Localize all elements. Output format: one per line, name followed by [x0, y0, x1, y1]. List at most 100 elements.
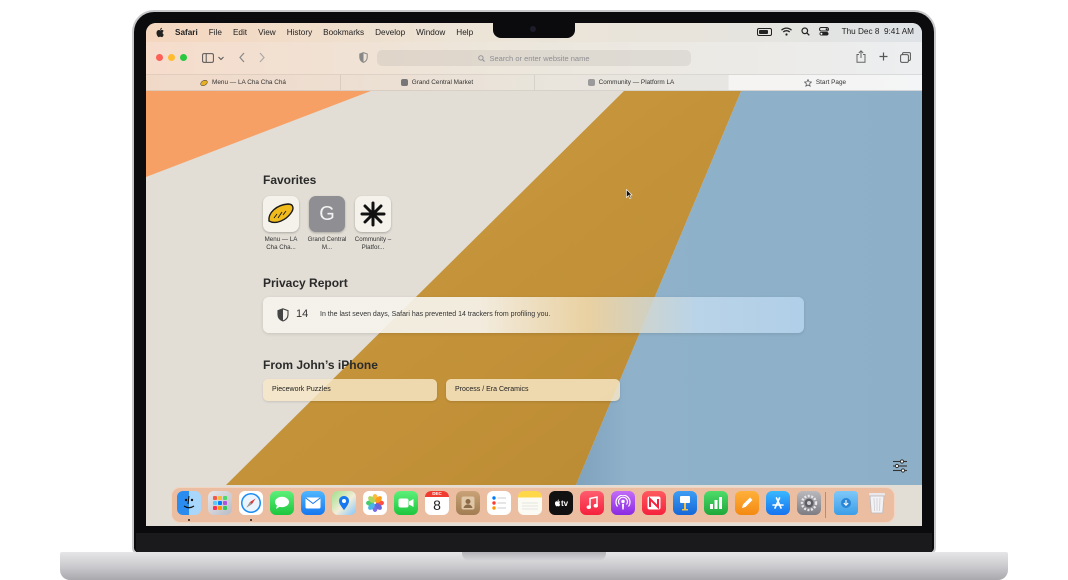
privacy-shield-icon[interactable] — [359, 52, 368, 63]
zoom-window-button[interactable] — [180, 54, 187, 61]
numbers-icon[interactable] — [704, 491, 728, 515]
calendar-day: 8 — [433, 497, 441, 513]
tab-community-platform-la[interactable]: Community — Platform LA — [534, 75, 729, 90]
running-indicator — [188, 519, 190, 521]
spotlight-search-icon[interactable] — [801, 27, 810, 36]
menu-help[interactable]: Help — [456, 28, 473, 37]
menu-app-name[interactable]: Safari — [175, 28, 198, 37]
keynote-icon[interactable] — [673, 491, 697, 515]
search-icon — [478, 54, 486, 62]
menu-items: Safari File Edit View History Bookmarks … — [175, 28, 473, 37]
share-icon[interactable] — [856, 50, 866, 63]
screen: Safari File Edit View History Bookmarks … — [146, 23, 922, 526]
grand-central-favicon-icon — [400, 79, 408, 86]
menu-history[interactable]: History — [287, 28, 312, 37]
menu-clock[interactable]: Thu Dec 8 9:41 AM — [842, 27, 914, 36]
tab-label: Community — Platform LA — [598, 79, 675, 86]
downloads-icon[interactable] — [834, 491, 858, 515]
wifi-icon[interactable] — [780, 27, 792, 36]
browser-toolbar: Search or enter website name — [146, 42, 922, 74]
menu-develop[interactable]: Develop — [375, 28, 405, 37]
app-store-icon[interactable] — [766, 491, 790, 515]
running-indicator — [250, 519, 252, 521]
menu-edit[interactable]: Edit — [233, 28, 247, 37]
download-arrow-icon — [841, 498, 851, 508]
safari-icon[interactable] — [239, 491, 263, 515]
control-center-icon[interactable] — [818, 27, 829, 36]
platform-favicon-icon — [587, 79, 595, 86]
favorite-label: Grand Central M... — [307, 236, 347, 251]
close-window-button[interactable] — [156, 54, 163, 61]
finder-face-icon — [183, 495, 195, 509]
apple-logo-icon[interactable] — [155, 27, 165, 38]
favorite-grand-central-market[interactable]: G — [309, 196, 345, 232]
mouse-cursor-icon — [626, 189, 633, 199]
gear-icon — [800, 494, 818, 512]
finder-icon[interactable] — [177, 491, 201, 515]
dock-separator — [825, 492, 826, 518]
from-iphone-title: From John’s iPhone — [263, 358, 378, 372]
customize-start-page-icon[interactable] — [892, 459, 908, 473]
chevron-down-icon[interactable] — [218, 56, 224, 61]
favorites-title: Favorites — [263, 173, 317, 187]
launchpad-icon[interactable] — [208, 491, 232, 515]
podcasts-icon[interactable] — [611, 491, 635, 515]
tab-menu-la-cha-cha-cha[interactable]: Menu — LA Cha Cha Chá — [146, 75, 341, 90]
camera-icon — [530, 26, 536, 32]
video-camera-icon — [398, 498, 414, 508]
menu-window[interactable]: Window — [416, 28, 445, 37]
sidebar-toggle-icon[interactable] — [202, 53, 214, 63]
start-page: Favorites G Menu — LA Cha Cha... Grand C… — [146, 89, 922, 485]
facetime-icon[interactable] — [394, 491, 418, 515]
favorite-label: Community – Platfor... — [354, 236, 392, 251]
status-menus: Thu Dec 8 9:41 AM — [756, 27, 914, 36]
music-icon[interactable] — [580, 491, 604, 515]
tv-label: tv — [560, 498, 569, 508]
tab-start-page[interactable]: Start Page — [728, 75, 922, 90]
privacy-report-card[interactable]: 14 In the last seven days, Safari has pr… — [263, 297, 804, 333]
forward-arrow-icon[interactable] — [259, 52, 265, 63]
privacy-message: In the last seven days, Safari has preve… — [320, 311, 551, 318]
tab-bar: Menu — LA Cha Cha Chá Grand Central Mark… — [146, 74, 922, 91]
system-settings-icon[interactable] — [797, 491, 821, 515]
checklist-icon — [492, 496, 506, 510]
iphone-tab-process-era-ceramics[interactable]: Process / Era Ceramics — [446, 379, 620, 401]
reminders-icon[interactable] — [487, 491, 511, 515]
app-store-a-icon — [772, 497, 784, 509]
speech-bubble-icon — [275, 496, 289, 509]
minimize-window-button[interactable] — [168, 54, 175, 61]
maps-icon[interactable] — [332, 491, 356, 515]
podium-icon — [680, 496, 690, 511]
laptop-base — [60, 552, 1008, 580]
favorite-label: Menu — LA Cha Cha... — [264, 236, 298, 251]
photos-flower-icon — [366, 494, 384, 512]
podcast-broadcast-icon — [615, 495, 631, 510]
menu-view[interactable]: View — [258, 28, 276, 37]
tv-icon[interactable]: tv — [549, 491, 573, 515]
laptop-base-notch — [462, 552, 606, 561]
pages-icon[interactable] — [735, 491, 759, 515]
address-bar[interactable]: Search or enter website name — [377, 50, 691, 66]
battery-icon[interactable] — [756, 27, 772, 36]
trash-icon[interactable] — [865, 491, 889, 515]
tab-label: Grand Central Market — [411, 79, 474, 86]
tab-grand-central-market[interactable]: Grand Central Market — [340, 75, 535, 90]
menu-file[interactable]: File — [209, 28, 222, 37]
news-icon[interactable] — [642, 491, 666, 515]
iphone-tab-piecework-puzzles[interactable]: Piecework Puzzles — [263, 379, 437, 401]
music-note-icon — [586, 496, 598, 509]
compass-icon — [241, 493, 261, 513]
messages-icon[interactable] — [270, 491, 294, 515]
favorite-community-platform-la[interactable] — [355, 196, 391, 232]
mail-icon[interactable] — [301, 491, 325, 515]
menu-bookmarks[interactable]: Bookmarks — [323, 28, 364, 37]
notes-icon[interactable] — [518, 491, 542, 515]
back-arrow-icon[interactable] — [239, 52, 245, 63]
favorite-menu-la-cha-cha-cha[interactable] — [263, 196, 299, 232]
tab-overview-icon[interactable] — [900, 52, 911, 63]
contacts-icon[interactable] — [456, 491, 480, 515]
calendar-icon[interactable]: DEC 8 — [425, 491, 449, 515]
new-tab-plus-icon[interactable] — [879, 52, 888, 61]
mango-favicon-icon — [200, 79, 208, 86]
photos-icon[interactable] — [363, 491, 387, 515]
